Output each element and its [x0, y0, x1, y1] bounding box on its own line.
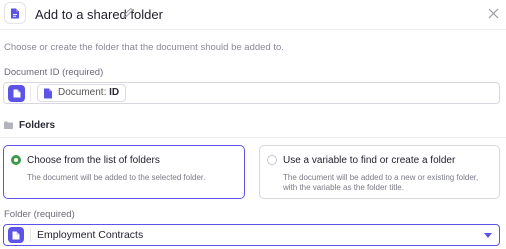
folder-label: Folder (required)	[4, 209, 75, 220]
dialog-title: Add to a shared folder	[35, 7, 163, 22]
dialog-description: Choose or create the folder that the doc…	[4, 42, 284, 53]
chevron-down-icon[interactable]	[484, 233, 492, 238]
chip-value: ID	[109, 87, 120, 98]
folders-section-label: Folders	[19, 120, 56, 131]
radio-choose-from-list[interactable]	[11, 155, 21, 165]
folders-divider	[0, 137, 506, 138]
option-use-variable[interactable]: Use a variable to find or create a folde…	[259, 145, 500, 199]
header-divider	[0, 29, 506, 30]
folder-select[interactable]: Employment Contracts	[3, 224, 500, 246]
field-separator	[30, 228, 31, 242]
document-icon	[44, 88, 52, 99]
document-id-field[interactable]: Document: ID	[3, 82, 500, 104]
option-title: Use a variable to find or create a folde…	[283, 155, 456, 166]
folder-select-value: Employment Contracts	[37, 229, 144, 241]
folder-icon	[4, 121, 13, 129]
document-id-label: Document ID (required)	[4, 67, 104, 78]
option-description: The document will be added to the select…	[27, 173, 206, 182]
dialog-header: Add to a shared folder	[0, 0, 506, 28]
close-icon[interactable]	[488, 8, 499, 19]
option-title: Choose from the list of folders	[27, 155, 160, 166]
document-icon[interactable]	[8, 85, 25, 102]
chip-prefix: Document:	[58, 87, 107, 98]
document-id-chip[interactable]: Document: ID	[37, 84, 127, 102]
document-app-icon	[4, 2, 26, 24]
option-description: The document will be added to a new or e…	[283, 173, 479, 192]
folder-select-icon[interactable]	[8, 227, 24, 243]
field-separator	[30, 86, 31, 101]
pencil-icon[interactable]	[122, 7, 134, 19]
option-choose-from-list[interactable]: Choose from the list of folders The docu…	[3, 145, 245, 199]
radio-use-variable[interactable]	[267, 155, 277, 165]
